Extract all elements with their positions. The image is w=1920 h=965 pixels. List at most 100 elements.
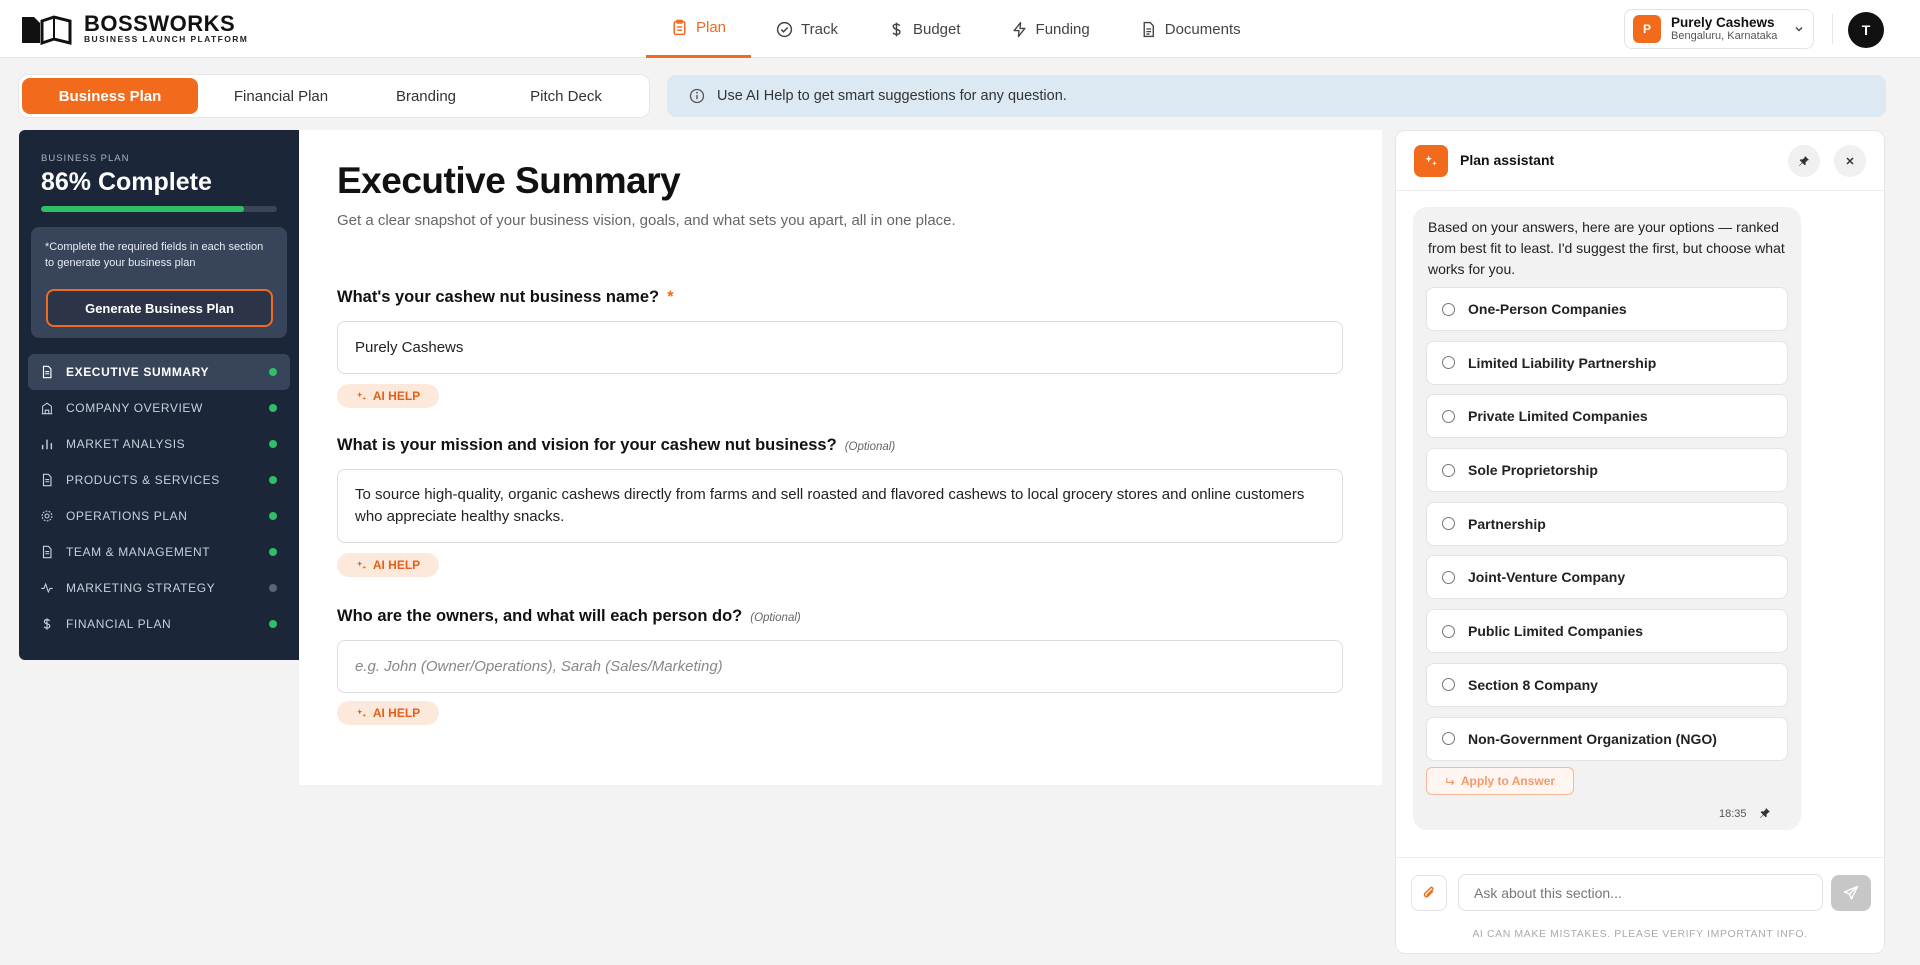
chevron-down-icon bbox=[1795, 27, 1803, 32]
page-title: Executive Summary bbox=[337, 160, 681, 201]
nav-budget-label: Budget bbox=[912, 20, 961, 38]
apply-to-answer-button[interactable]: Apply to Answer bbox=[1426, 767, 1574, 795]
sparkle-icon bbox=[356, 391, 366, 400]
sidebar-item-label: COMPANY OVERVIEW bbox=[66, 401, 203, 415]
sparkle-icon bbox=[1425, 155, 1437, 166]
generate-business-plan-button[interactable]: Generate Business Plan bbox=[46, 289, 273, 327]
nav-plan[interactable]: Plan bbox=[646, 0, 752, 58]
sidebar-item-label: MARKET ANALYSIS bbox=[66, 437, 186, 451]
tab-financial-plan[interactable]: Financial Plan bbox=[198, 78, 364, 114]
brand-name: BOSSWORKS bbox=[84, 11, 236, 36]
nav-track[interactable]: Track bbox=[751, 0, 863, 58]
business-name-input[interactable]: Purely Cashews bbox=[337, 321, 1343, 374]
header-divider bbox=[1832, 14, 1833, 44]
option-label: Joint-Venture Company bbox=[1468, 569, 1626, 586]
business-switcher[interactable]: P Purely Cashews Bengaluru, Karnataka bbox=[1624, 9, 1814, 49]
option-item[interactable]: Limited Liability Partnership bbox=[1426, 340, 1788, 385]
option-label: Limited Liability Partnership bbox=[1468, 354, 1657, 371]
nav-budget[interactable]: Budget bbox=[863, 0, 986, 58]
option-item[interactable]: Section 8 Company bbox=[1426, 662, 1788, 707]
ai-help-button[interactable]: AI HELP bbox=[337, 701, 439, 725]
radio-button[interactable] bbox=[1442, 624, 1455, 638]
attach-button[interactable] bbox=[1411, 875, 1447, 911]
tab-business-plan[interactable]: Business Plan bbox=[22, 78, 198, 114]
tab-pitch-deck[interactable]: Pitch Deck bbox=[488, 78, 644, 114]
ask-input[interactable]: Ask about this section... bbox=[1458, 874, 1823, 911]
mission-vision-textarea[interactable]: To source high-quality, organic cashews … bbox=[337, 469, 1343, 543]
close-button[interactable] bbox=[1834, 145, 1866, 177]
document-icon bbox=[1143, 21, 1154, 37]
building-icon bbox=[41, 402, 53, 415]
sparkle-icon bbox=[356, 560, 366, 569]
nav-track-label: Track bbox=[801, 20, 838, 38]
sidebar-item-operations-plan[interactable]: OPERATIONS PLAN bbox=[28, 498, 290, 534]
sidebar-item-company-overview[interactable]: COMPANY OVERVIEW bbox=[28, 390, 290, 426]
question-label: Who are the owners, and what will each p… bbox=[337, 607, 743, 625]
progress-fill bbox=[41, 206, 244, 212]
generate-card: *Complete the required fields in each se… bbox=[31, 227, 287, 338]
option-label: Partnership bbox=[1468, 515, 1546, 532]
activity-icon bbox=[41, 582, 53, 594]
status-dot bbox=[269, 440, 277, 448]
completion-progress-bar bbox=[41, 206, 277, 212]
option-item[interactable]: Private Limited Companies bbox=[1426, 394, 1788, 439]
bar-chart-icon bbox=[41, 439, 53, 450]
ai-help-button[interactable]: AI HELP bbox=[337, 553, 439, 577]
send-button[interactable] bbox=[1831, 875, 1871, 911]
tab-branding[interactable]: Branding bbox=[364, 78, 488, 114]
nav-documents[interactable]: Documents bbox=[1115, 0, 1266, 58]
pin-button[interactable] bbox=[1788, 145, 1820, 177]
page-subtitle: Get a clear snapshot of your business vi… bbox=[337, 212, 956, 229]
option-item[interactable]: Partnership bbox=[1426, 501, 1788, 546]
radio-button[interactable] bbox=[1442, 517, 1455, 531]
sidebar-item-products-services[interactable]: PRODUCTS & SERVICES bbox=[28, 462, 290, 498]
option-item[interactable]: Non-Government Organization (NGO) bbox=[1426, 716, 1788, 761]
pin-icon[interactable] bbox=[1759, 807, 1771, 819]
sidebar-item-executive-summary[interactable]: EXECUTIVE SUMMARY bbox=[28, 354, 290, 390]
option-item[interactable]: Joint-Venture Company bbox=[1426, 555, 1788, 600]
dollar-icon bbox=[43, 618, 51, 630]
plan-assistant-panel: Plan assistant Based on your answers, he… bbox=[1395, 130, 1885, 954]
option-label: Private Limited Companies bbox=[1468, 408, 1648, 425]
business-location: Bengaluru, Karnataka bbox=[1671, 30, 1778, 42]
status-dot bbox=[269, 404, 277, 412]
brand-tagline: BUSINESS LAUNCH PLATFORM bbox=[84, 34, 249, 44]
assistant-icon bbox=[1414, 145, 1448, 177]
option-item[interactable]: Public Limited Companies bbox=[1426, 609, 1788, 654]
nav-plan-label: Plan bbox=[696, 19, 727, 36]
sidebar-item-label: PRODUCTS & SERVICES bbox=[66, 473, 220, 487]
banner-text: Use AI Help to get smart suggestions for… bbox=[717, 88, 1067, 104]
info-icon bbox=[689, 88, 705, 104]
section-list: EXECUTIVE SUMMARY COMPANY OVERVIEW MARKE… bbox=[28, 354, 290, 642]
nav-documents-label: Documents bbox=[1164, 20, 1241, 38]
sidebar-item-marketing-strategy[interactable]: MARKETING STRATEGY bbox=[28, 570, 290, 606]
ai-help-button[interactable]: AI HELP bbox=[337, 384, 439, 408]
ai-help-banner: Use AI Help to get smart suggestions for… bbox=[667, 75, 1886, 117]
nav-funding[interactable]: Funding bbox=[986, 0, 1115, 58]
plan-tabs: Business Plan Financial Plan Branding Pi… bbox=[18, 74, 650, 118]
sidebar-item-market-analysis[interactable]: MARKET ANALYSIS bbox=[28, 426, 290, 462]
nav-funding-label: Funding bbox=[1035, 20, 1090, 38]
check-circle-icon bbox=[776, 21, 793, 37]
radio-button[interactable] bbox=[1442, 678, 1455, 692]
radio-button[interactable] bbox=[1442, 463, 1455, 477]
sidebar-item-financial-plan[interactable]: FINANCIAL PLAN bbox=[28, 606, 290, 642]
user-avatar[interactable]: T bbox=[1848, 12, 1884, 48]
option-item[interactable]: Sole Proprietorship bbox=[1426, 448, 1788, 493]
section-form: Executive Summary Get a clear snapshot o… bbox=[299, 130, 1382, 785]
brand-logo[interactable]: BOSSWORKS BUSINESS LAUNCH PLATFORM bbox=[20, 11, 249, 45]
radio-button[interactable] bbox=[1442, 356, 1455, 370]
close-icon bbox=[1846, 157, 1854, 165]
radio-button[interactable] bbox=[1442, 732, 1455, 745]
gear-icon bbox=[41, 510, 53, 522]
option-item[interactable]: One-Person Companies bbox=[1426, 287, 1788, 331]
sidebar-item-label: EXECUTIVE SUMMARY bbox=[66, 365, 210, 379]
owners-input[interactable]: e.g. John (Owner/Operations), Sarah (Sal… bbox=[337, 640, 1343, 693]
radio-button[interactable] bbox=[1442, 570, 1455, 584]
radio-button[interactable] bbox=[1442, 302, 1455, 316]
generate-note: *Complete the required fields in each se… bbox=[45, 241, 264, 269]
sidebar-item-team-management[interactable]: TEAM & MANAGEMENT bbox=[28, 534, 290, 570]
main-nav: Plan Track Budget Funding Documents bbox=[646, 0, 1266, 58]
status-dot bbox=[269, 620, 277, 628]
radio-button[interactable] bbox=[1442, 409, 1455, 423]
